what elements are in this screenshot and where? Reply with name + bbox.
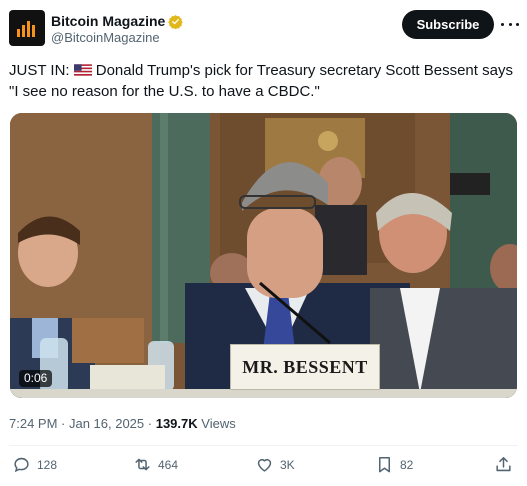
tweet-text: JUST IN: Donald Trump's pick for Treasur… [9, 60, 514, 102]
subscribe-button[interactable]: Subscribe [402, 10, 494, 39]
account-name[interactable]: Bitcoin Magazine [51, 12, 165, 30]
timestamp[interactable]: 7:24 PM · Jan 16, 2025 · [9, 416, 152, 431]
repost-count: 464 [158, 457, 179, 472]
bookmark-button[interactable]: 82 [375, 455, 413, 474]
share-icon [496, 457, 511, 472]
reply-button[interactable]: 128 [12, 455, 57, 474]
views-count: 139.7K [155, 416, 198, 431]
like-count: 3K [280, 457, 295, 472]
video-timer: 0:06 [19, 370, 53, 387]
more-options-icon[interactable] [501, 15, 519, 33]
bookmark-count: 82 [400, 457, 414, 472]
tweet-meta: 7:24 PM · Jan 16, 2025 · 139.7K Views [9, 416, 236, 432]
reply-count: 128 [37, 457, 58, 472]
like-button[interactable]: 3K [255, 455, 295, 474]
bitcoin-magazine-avatar[interactable] [9, 10, 45, 46]
nameplate: MR. BESSENT [230, 344, 380, 390]
action-bar: 128 464 3K 82 [0, 455, 527, 481]
tweet-header: Bitcoin Magazine @BitcoinMagazine Subscr… [9, 9, 519, 49]
views-label: Views [201, 416, 236, 431]
heart-icon [257, 458, 272, 472]
repost-button[interactable]: 464 [133, 455, 178, 474]
share-button[interactable] [494, 455, 519, 474]
bookmark-icon [378, 457, 391, 473]
reply-icon [14, 457, 29, 473]
account-handle[interactable]: @BitcoinMagazine [51, 30, 160, 46]
name-row: Bitcoin Magazine [51, 12, 184, 30]
repost-icon [135, 458, 150, 471]
divider [9, 445, 518, 446]
tweet-prefix: JUST IN: [9, 62, 70, 79]
us-flag-icon [73, 64, 92, 76]
verified-badge-icon [168, 14, 184, 29]
video-player[interactable]: MR. BESSENT 0:06 [10, 113, 517, 398]
